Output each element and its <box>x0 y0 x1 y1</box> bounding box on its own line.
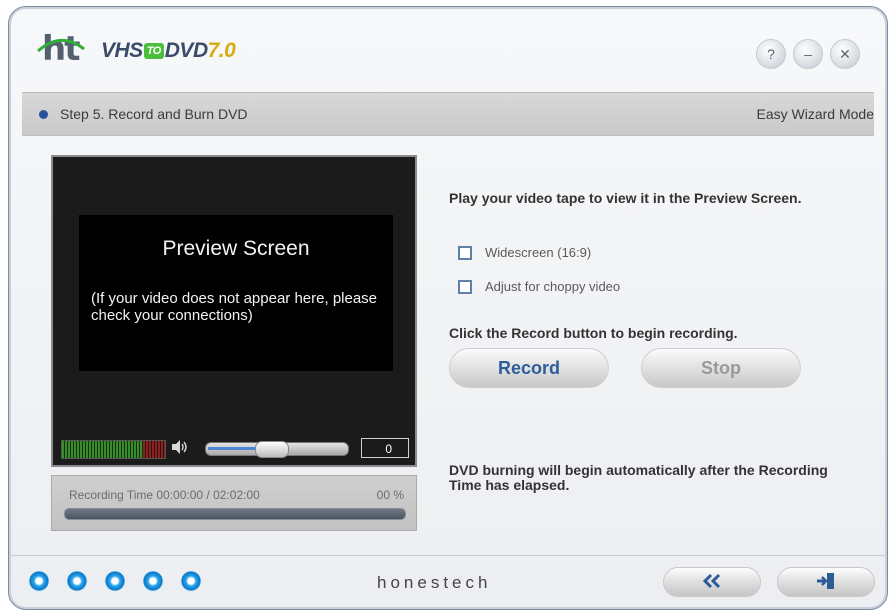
preview-title: Preview Screen <box>162 237 310 260</box>
recording-time-label: Recording Time 00:00:00 / 02:02:00 <box>69 488 260 502</box>
app-name-to: TO <box>143 43 164 59</box>
app-version: 7.0 <box>207 39 236 62</box>
wizard-step-dot-4 <box>143 571 163 591</box>
vu-meter-icon <box>61 440 166 459</box>
stop-button[interactable]: Stop <box>641 348 801 388</box>
volume-slider-fill <box>208 447 257 450</box>
widescreen-label: Widescreen (16:9) <box>485 245 592 260</box>
wizard-step-dot-3 <box>105 571 125 591</box>
record-instruction: Click the Record button to begin recordi… <box>449 325 738 341</box>
ht-logo: ht <box>37 29 85 69</box>
choppy-video-label: Adjust for choppy video <box>485 279 621 294</box>
recording-time-panel: Recording Time 00:00:00 / 02:02:00 00 % <box>51 475 417 531</box>
preview-panel: Preview Screen (If your video does not a… <box>51 155 417 467</box>
volume-slider[interactable] <box>205 441 349 458</box>
app-name-suffix: DVD <box>164 39 208 62</box>
widescreen-checkbox[interactable] <box>458 246 472 260</box>
minimize-icon: – <box>804 46 812 62</box>
close-icon: ✕ <box>839 46 851 62</box>
preview-screen: Preview Screen (If your video does not a… <box>79 215 393 371</box>
brand-label: honestech <box>377 573 492 592</box>
wizard-step-dot-1 <box>29 571 49 591</box>
app-name: VHS TO DVD7.0 <box>101 39 236 63</box>
minimize-button[interactable]: – <box>793 39 823 69</box>
footer-divider <box>9 555 887 556</box>
step-title: Step 5. Record and Burn DVD <box>60 106 248 122</box>
preview-control-bar: 0 <box>53 433 415 465</box>
volume-slider-knob[interactable] <box>255 441 289 458</box>
double-chevron-left-icon <box>702 573 721 589</box>
vu-meter-peak <box>143 441 165 458</box>
exit-door-icon <box>817 573 834 589</box>
choppy-video-checkbox[interactable] <box>458 280 472 294</box>
title-bar: ht VHS TO DVD7.0 ? – ✕ <box>9 7 887 85</box>
speaker-icon[interactable] <box>171 439 189 457</box>
exit-button[interactable] <box>777 567 875 597</box>
recording-percent: 00 % <box>376 488 404 502</box>
help-button[interactable]: ? <box>756 39 786 69</box>
app-window: ht VHS TO DVD7.0 ? – ✕ Step 5. Record and … <box>8 6 888 610</box>
help-icon: ? <box>767 46 775 62</box>
record-button[interactable]: Record <box>449 348 609 388</box>
step-bullet-icon <box>39 110 48 119</box>
logo-arc-icon <box>37 39 85 53</box>
close-button[interactable]: ✕ <box>830 39 860 69</box>
play-instruction: Play your video tape to view it in the P… <box>449 190 802 206</box>
step-bar: Step 5. Record and Burn DVD Easy Wizard … <box>22 92 874 136</box>
back-button[interactable] <box>663 567 761 597</box>
wizard-step-dot-5 <box>181 571 201 591</box>
frame-counter: 0 <box>361 438 409 458</box>
wizard-step-dot-2 <box>67 571 87 591</box>
preview-message: (If your video does not appear here, ple… <box>91 290 378 324</box>
app-name-prefix: VHS <box>101 39 143 62</box>
wizard-mode-label: Easy Wizard Mode <box>756 106 874 122</box>
recording-progress-bar <box>64 508 406 520</box>
burn-instruction: DVD burning will begin automatically aft… <box>449 462 828 493</box>
